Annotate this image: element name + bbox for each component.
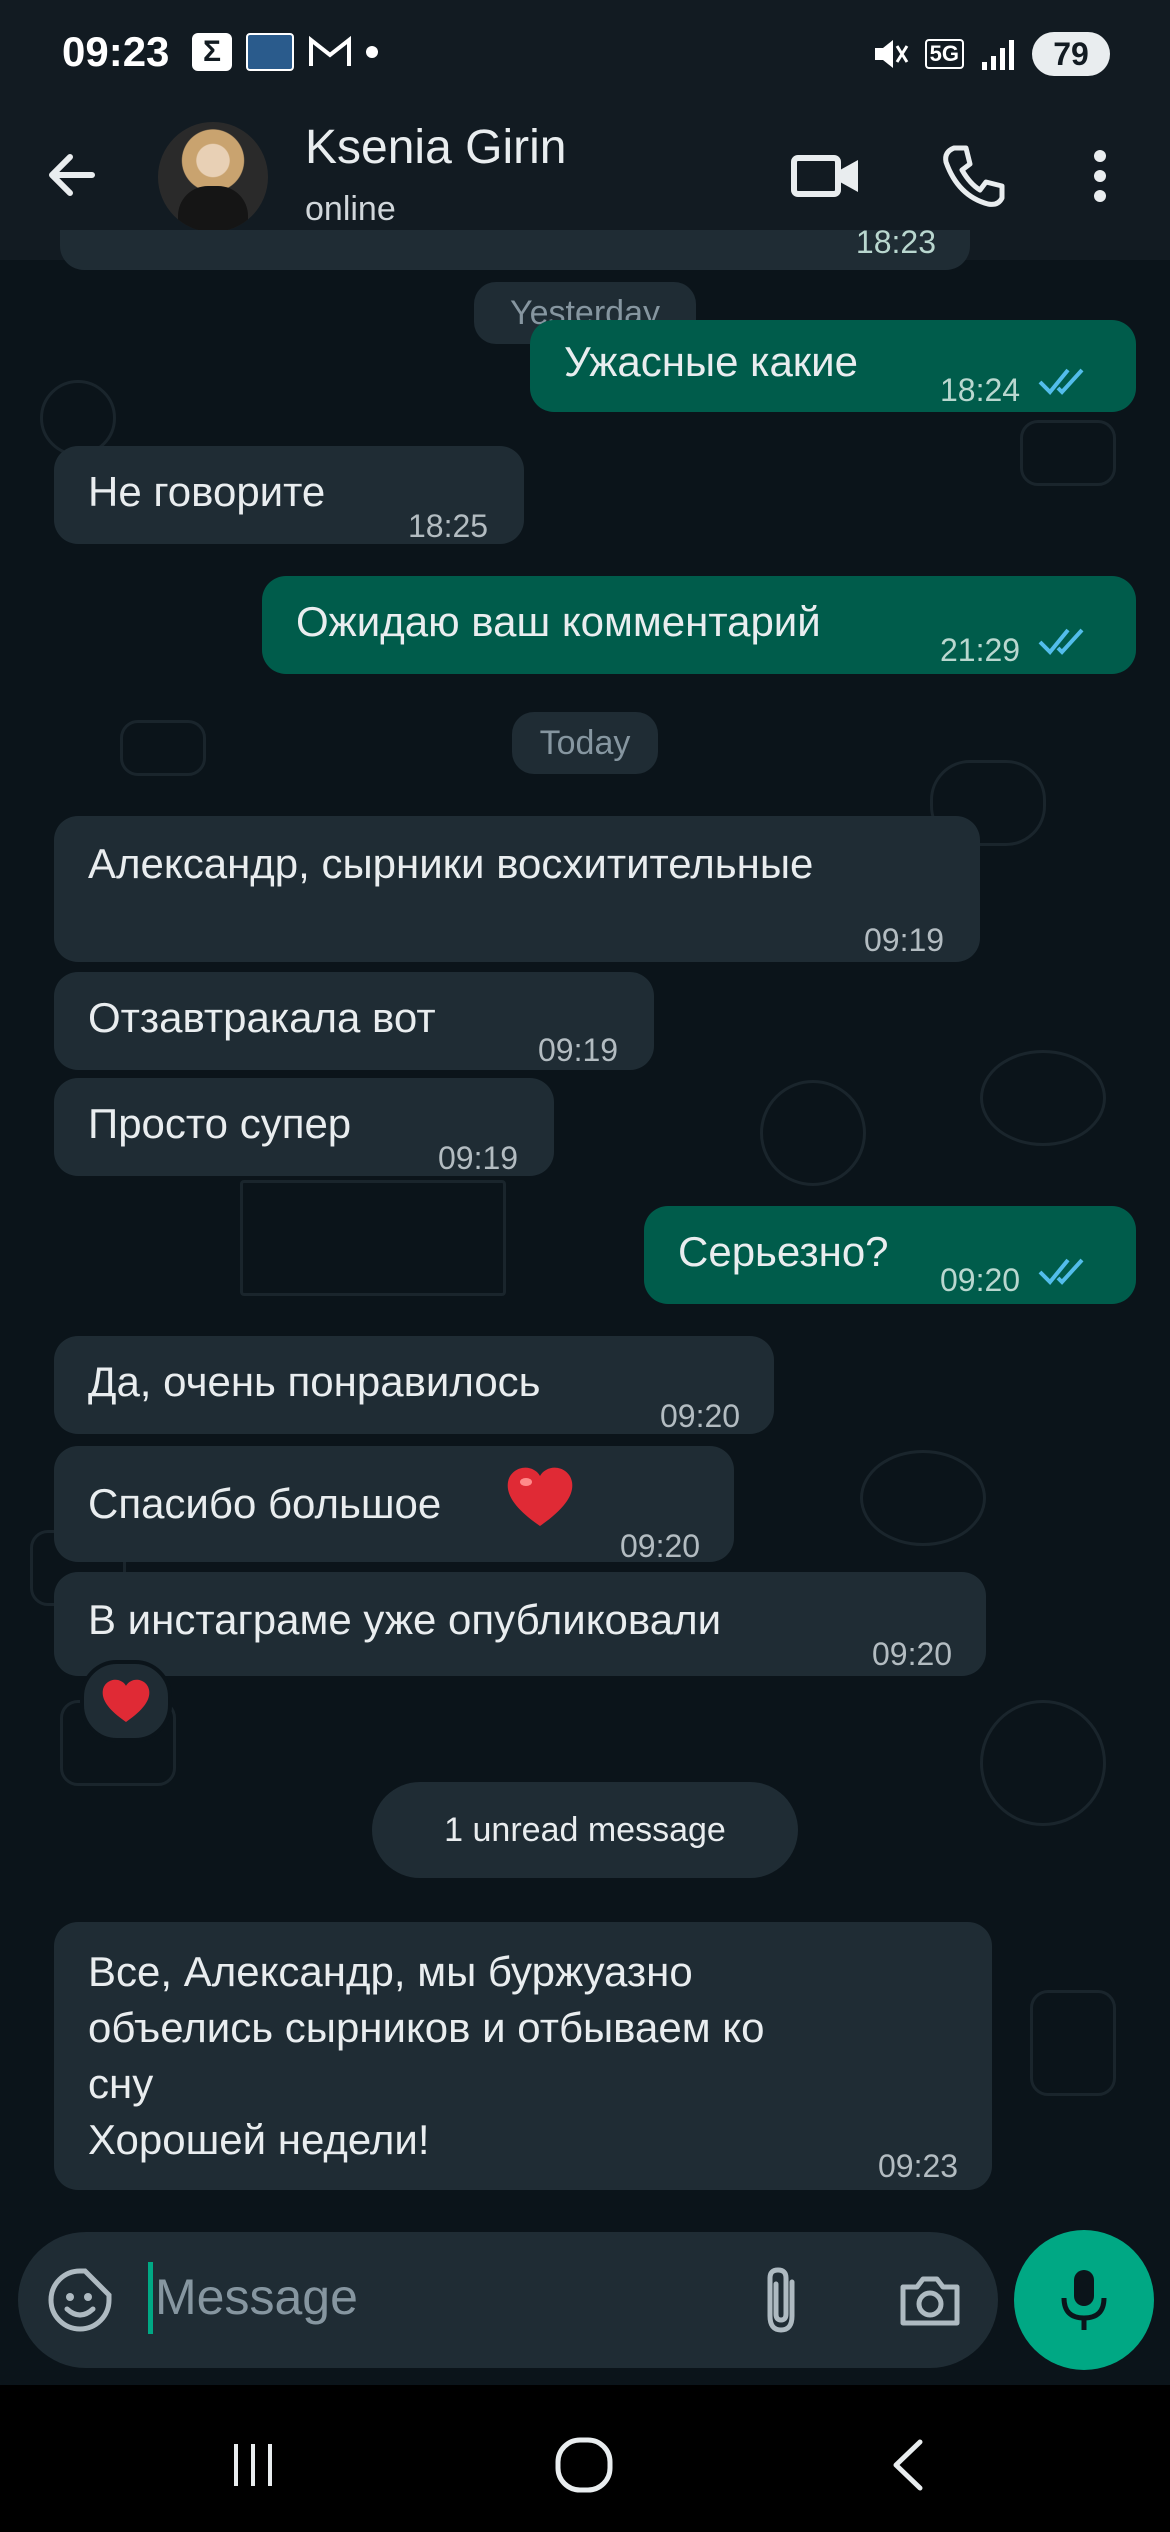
microphone-icon (1061, 2270, 1107, 2330)
incoming-message[interactable]: Спасибо большое 09:20 (54, 1446, 734, 1564)
sticker-emoji-icon[interactable] (45, 2265, 115, 2335)
more-notifications-dot-icon (366, 46, 378, 58)
signal-icon (982, 40, 1014, 70)
outgoing-message[interactable]: Серьезно? 09:20 (644, 1206, 1136, 1304)
read-ticks-icon (1038, 368, 1084, 395)
message-input[interactable]: Message (155, 2268, 358, 2326)
battery-indicator: 79 (1032, 32, 1110, 76)
status-time: 09:23 (62, 28, 170, 75)
read-ticks-icon (1038, 628, 1084, 655)
message-text: Спасибо большое (88, 1480, 442, 1527)
message-time: 09:23 (878, 2148, 959, 2184)
incoming-message[interactable]: Не говорите 18:25 (54, 446, 524, 544)
heart-emoji-icon (507, 1467, 573, 1526)
incoming-message[interactable]: Александр, сырники восхитительные 09:19 (54, 816, 980, 962)
message-text: Ожидаю ваш комментарий (296, 598, 821, 645)
message-time: 09:19 (538, 1032, 619, 1068)
cast-icon (246, 33, 294, 71)
outgoing-message[interactable]: Ожидаю ваш комментарий 21:29 (262, 576, 1136, 674)
incoming-message[interactable]: Все, Александр, мы буржуазно объелись сы… (54, 1922, 992, 2190)
message-text: Отзавтракала вот (88, 994, 436, 1041)
message-text: Все, Александр, мы буржуазно объелись сы… (88, 1948, 765, 2163)
recent-apps-icon[interactable] (228, 2440, 278, 2490)
heart-reaction-icon (102, 1679, 150, 1722)
incoming-message[interactable]: Да, очень понравилось 09:20 (54, 1336, 774, 1434)
message-text: Не говорите (88, 468, 326, 515)
back-nav-icon[interactable] (888, 2438, 928, 2492)
camera-icon[interactable] (895, 2265, 965, 2335)
contact-status: online (305, 190, 396, 228)
message-time: 09:20 (660, 1398, 741, 1434)
message-time: 21:29 (940, 632, 1021, 668)
sigma-app-icon: Σ (192, 33, 232, 71)
mute-vibrate-icon (874, 40, 908, 68)
message-text: Да, очень понравилось (88, 1358, 541, 1405)
message-text: В инстаграме уже опубликовали (88, 1596, 722, 1643)
unread-messages-banner: 1 unread message (372, 1782, 798, 1878)
back-arrow-icon[interactable] (40, 140, 110, 210)
incoming-message[interactable]: Отзавтракала вот 09:19 (54, 972, 654, 1070)
gmail-icon (309, 35, 351, 66)
date-separator-today: Today (512, 712, 658, 774)
voice-record-button[interactable] (1014, 2230, 1154, 2370)
voice-call-icon[interactable] (932, 136, 1012, 216)
status-right-icons: 5G 79 (869, 30, 1110, 78)
message-text: Серьезно? (678, 1228, 889, 1275)
message-bubble-partial[interactable]: 18:23 (60, 224, 970, 270)
attach-paperclip-icon[interactable] (748, 2262, 814, 2338)
menu-more-icon[interactable] (1080, 146, 1120, 206)
outgoing-message[interactable]: Ужасные какие 18:24 (530, 320, 1136, 412)
home-icon[interactable] (552, 2436, 616, 2494)
contact-avatar[interactable] (158, 122, 268, 232)
message-text: Александр, сырники восхитительные (88, 840, 814, 887)
message-text: Просто супер (88, 1100, 352, 1147)
message-time: 09:20 (620, 1528, 701, 1564)
read-ticks-icon (1038, 1258, 1084, 1285)
message-time: 09:20 (940, 1262, 1021, 1298)
message-time: 18:23 (855, 224, 936, 260)
network-5g-label: 5G (924, 39, 964, 69)
notification-icons: Σ (192, 30, 378, 74)
message-time: 09:19 (864, 922, 945, 958)
video-call-icon[interactable] (786, 136, 866, 216)
heart-reaction[interactable] (80, 1660, 172, 1742)
message-text: Ужасные какие (564, 338, 858, 385)
message-time: 09:20 (872, 1636, 953, 1672)
contact-name[interactable]: Ksenia Girin (305, 120, 566, 175)
incoming-message[interactable]: Просто супер 09:19 (54, 1078, 554, 1176)
message-time: 18:25 (408, 508, 489, 544)
text-caret (148, 2262, 153, 2334)
message-time: 09:19 (438, 1140, 519, 1176)
message-time: 18:24 (940, 372, 1021, 408)
incoming-message[interactable]: В инстаграме уже опубликовали 09:20 (54, 1572, 986, 1676)
